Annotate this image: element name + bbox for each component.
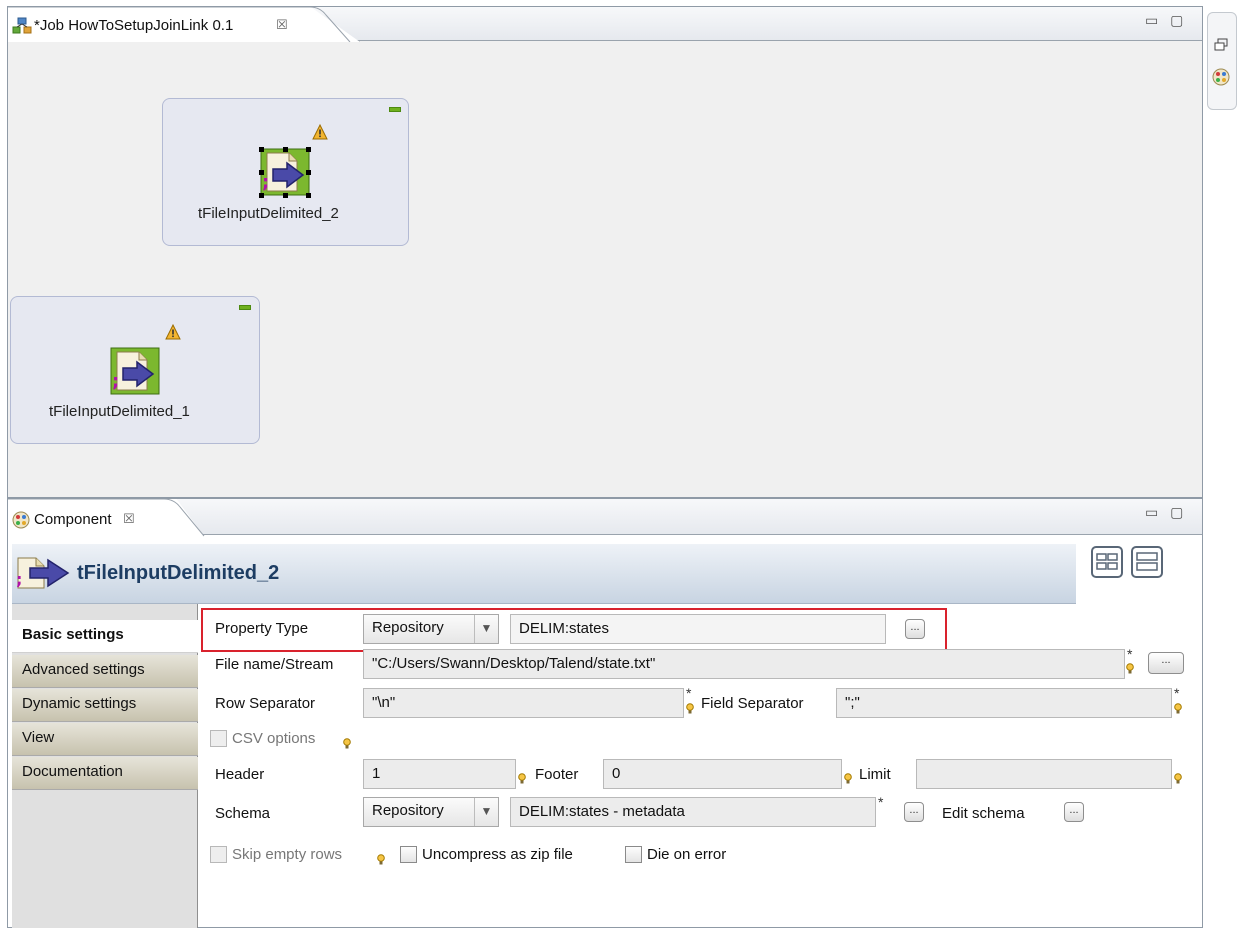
- chevron-down-icon: ▼: [474, 798, 498, 826]
- chevron-down-icon: ▼: [474, 615, 498, 643]
- rows-layout-icon: [1136, 552, 1158, 571]
- header-label: Header: [215, 766, 265, 783]
- warning-icon: [312, 123, 328, 144]
- job-icon: [12, 17, 32, 39]
- component-window-controls-icon[interactable]: ▭ ▢: [1145, 504, 1187, 521]
- required-star: *: [1174, 685, 1180, 701]
- property-repo-field[interactable]: DELIM:states: [510, 614, 886, 644]
- bulb-icon: [1174, 702, 1182, 719]
- svg-text:;: ;: [112, 371, 119, 392]
- property-type-label: Property Type: [215, 620, 309, 637]
- limit-field[interactable]: [916, 759, 1172, 789]
- limit-label: Limit: [859, 766, 891, 783]
- required-star: *: [686, 685, 692, 701]
- bulb-icon: [377, 853, 385, 870]
- file-input-delimited-icon: ;: [259, 147, 311, 198]
- required-star: *: [878, 794, 884, 810]
- property-type-select[interactable]: Repository ▼: [363, 614, 499, 644]
- bulb-icon: [518, 772, 526, 789]
- tab-view[interactable]: View: [12, 723, 198, 756]
- field-separator-label: Field Separator: [701, 695, 804, 712]
- grid-layout-icon: [1096, 553, 1118, 570]
- row-separator-label: Row Separator: [215, 695, 316, 712]
- bulb-icon: [1174, 772, 1182, 789]
- field-separator-field[interactable]: ";": [836, 688, 1172, 718]
- palette-icon[interactable]: [1212, 68, 1230, 90]
- required-star: *: [1127, 646, 1133, 662]
- layout-grid-button[interactable]: [1091, 546, 1123, 578]
- property-repo-browse-button[interactable]: ...: [905, 619, 925, 639]
- tab-dynamic-settings[interactable]: Dynamic settings: [12, 689, 198, 722]
- property-type-value: Repository: [372, 619, 444, 636]
- bulb-icon: [686, 702, 694, 719]
- schema-label: Schema: [215, 805, 271, 822]
- die-on-error-label: Die on error: [647, 846, 727, 863]
- skip-empty-rows-label: Skip empty rows: [232, 846, 343, 863]
- schema-browse-button[interactable]: ...: [904, 802, 924, 822]
- edit-schema-label: Edit schema: [942, 805, 1025, 822]
- component-header-title: tFileInputDelimited_2: [77, 562, 280, 584]
- job-tab-title: *Job HowToSetupJoinLink 0.1: [34, 17, 234, 34]
- tab-documentation[interactable]: Documentation: [12, 757, 198, 790]
- file-input-delimited-icon: ;: [16, 556, 72, 594]
- footer-field[interactable]: 0: [603, 759, 842, 789]
- side-trim-stack: [1207, 12, 1237, 110]
- schema-repo-field[interactable]: DELIM:states - metadata: [510, 797, 876, 827]
- die-on-error-checkbox[interactable]: [625, 846, 642, 863]
- csv-options-checkbox[interactable]: [210, 730, 227, 747]
- file-name-label: File name/Stream: [215, 656, 334, 673]
- edit-schema-button[interactable]: ...: [1064, 802, 1084, 822]
- tab-basic-settings[interactable]: Basic settings: [12, 620, 198, 653]
- editor-window-controls-icon[interactable]: ▭ ▢: [1145, 12, 1187, 29]
- minimize-node-icon[interactable]: [239, 305, 251, 310]
- file-browse-button[interactable]: ...: [1148, 652, 1184, 674]
- close-icon[interactable]: ☒: [276, 17, 288, 33]
- component-tab-icon: [12, 511, 30, 533]
- minimize-node-icon[interactable]: [389, 107, 401, 112]
- svg-text:;: ;: [262, 172, 269, 193]
- schema-type-value: Repository: [372, 802, 444, 819]
- bulb-icon: [1126, 662, 1134, 679]
- node-1-label: tFileInputDelimited_1: [49, 403, 190, 420]
- csv-options-label: CSV options: [232, 730, 316, 747]
- footer-label: Footer: [535, 766, 579, 783]
- skip-empty-rows-checkbox[interactable]: [210, 846, 227, 863]
- bulb-icon: [343, 737, 351, 754]
- header-field[interactable]: 1: [363, 759, 516, 789]
- bulb-icon: [844, 772, 852, 789]
- tab-advanced-settings[interactable]: Advanced settings: [12, 655, 198, 688]
- svg-text:;: ;: [16, 570, 22, 589]
- warning-icon: [165, 323, 181, 344]
- uncompress-zip-checkbox[interactable]: [400, 846, 417, 863]
- file-input-delimited-icon: ;: [110, 347, 160, 395]
- restore-icon[interactable]: [1214, 38, 1228, 56]
- component-tab-title: Component: [34, 511, 112, 528]
- file-name-field[interactable]: "C:/Users/Swann/Desktop/Talend/state.txt…: [363, 649, 1125, 679]
- schema-type-select[interactable]: Repository ▼: [363, 797, 499, 827]
- close-icon[interactable]: ☒: [123, 511, 135, 527]
- node-2-label: tFileInputDelimited_2: [198, 205, 339, 222]
- row-separator-field[interactable]: "\n": [363, 688, 684, 718]
- layout-rows-button[interactable]: [1131, 546, 1163, 578]
- uncompress-zip-label: Uncompress as zip file: [422, 846, 573, 863]
